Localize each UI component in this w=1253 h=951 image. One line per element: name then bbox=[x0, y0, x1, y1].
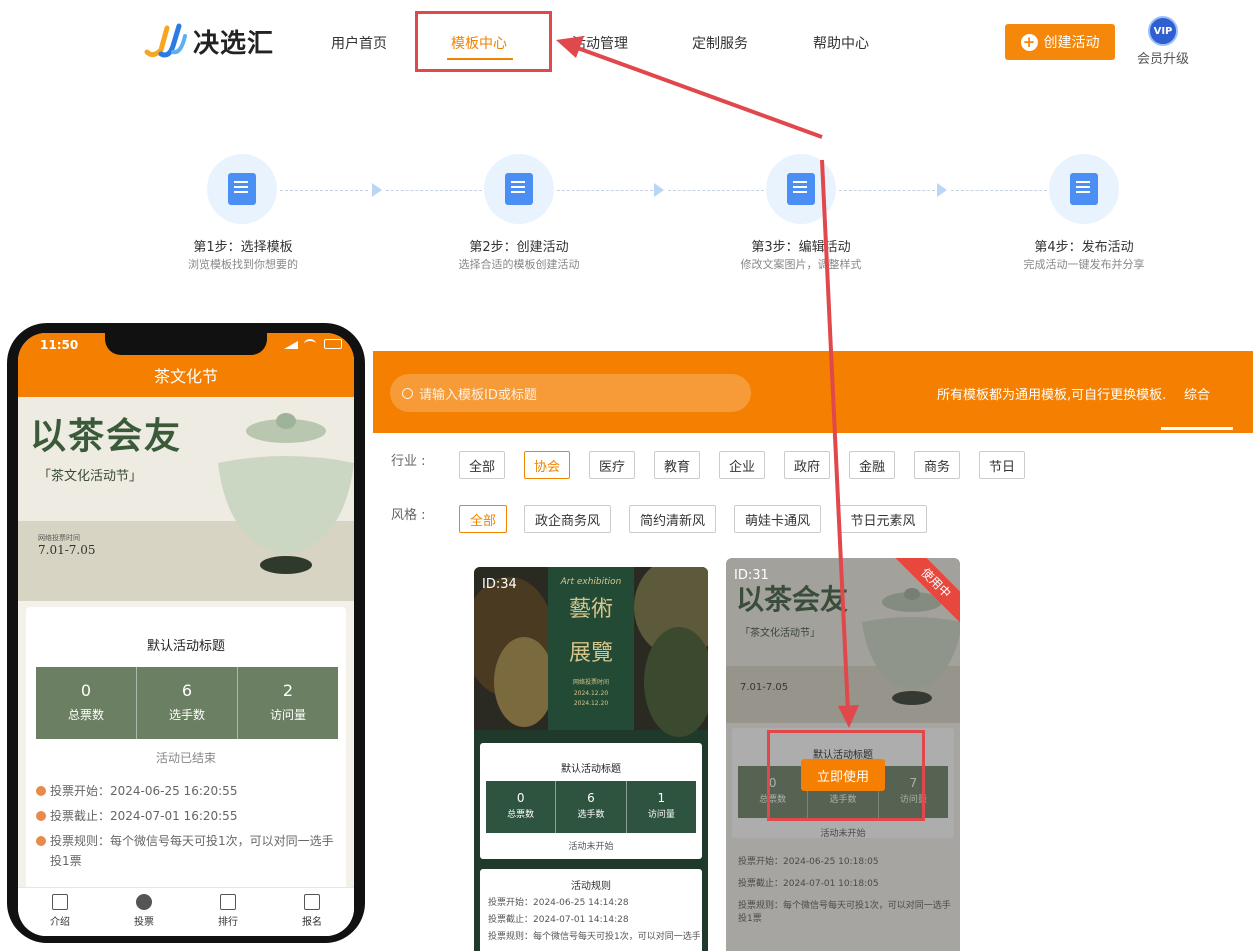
annotation-arrows bbox=[556, 36, 859, 728]
page: 决选汇 用户首页 模板中心 活动管理 定制服务 帮助中心 + 创建活动 VIP … bbox=[0, 0, 1253, 951]
arrow-to-nav bbox=[571, 44, 823, 139]
arrow-head-use-icon bbox=[838, 705, 859, 728]
arrow-to-use bbox=[820, 159, 850, 713]
arrow-head-nav-icon bbox=[556, 36, 584, 58]
